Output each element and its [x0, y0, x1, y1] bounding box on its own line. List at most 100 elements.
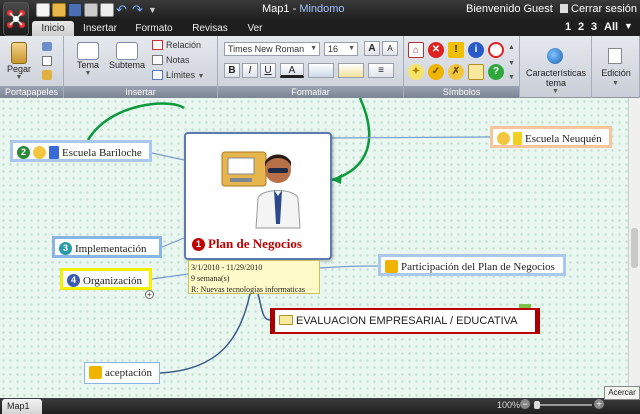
question-icon[interactable]: ? [488, 64, 504, 80]
chevron-down-icon[interactable]: ▼ [624, 21, 633, 31]
line-color-icon[interactable] [338, 63, 364, 78]
topic-organizacion[interactable]: 4 Organización [60, 268, 152, 290]
warning-icon[interactable]: ! [448, 42, 464, 58]
relation-icon [152, 40, 163, 50]
chevron-down-icon: ▼ [15, 74, 23, 81]
no-entry-icon[interactable] [488, 42, 504, 58]
italic-button[interactable]: I [242, 63, 258, 78]
fill-color-icon[interactable] [308, 63, 334, 78]
map-tab[interactable]: Map1 [2, 399, 42, 414]
app-menu-button[interactable] [3, 2, 29, 36]
align-icon[interactable]: ≡ [368, 63, 394, 78]
group-insertar: Tema ▼ Subtema Relación Notas Límites ▼ … [64, 36, 218, 98]
tema-button[interactable]: Tema ▼ [70, 42, 106, 77]
envelope-icon[interactable] [468, 64, 484, 80]
new-file-icon[interactable] [36, 3, 50, 17]
zoom-slider-thumb[interactable] [534, 401, 540, 409]
branch-line [161, 237, 185, 248]
home-icon[interactable]: ⌂ [408, 42, 424, 58]
zoom-in-icon[interactable]: + [594, 399, 604, 409]
topic-label: Implementación [75, 243, 147, 255]
thumbs-down-icon[interactable]: ✗ [448, 64, 464, 80]
close-map-icon[interactable] [100, 3, 114, 17]
boundary-icon [152, 70, 163, 80]
group-label-formatiar: Formatiar [218, 86, 403, 98]
info-icon[interactable]: i [468, 42, 484, 58]
format-painter-icon[interactable] [42, 70, 52, 80]
title-bar: ↶ ↷ ▼ Map1 - Mindomo Bienvenido Guest Ce… [0, 0, 640, 36]
idea-icon[interactable]: ✦ [408, 64, 424, 80]
priority-badge: 3 [59, 242, 72, 255]
thumbs-up-icon[interactable]: ✓ [428, 64, 444, 80]
open-folder-icon[interactable] [52, 3, 66, 17]
chevron-down-icon: ▼ [197, 73, 205, 80]
scroll-down-icon[interactable]: ▼ [508, 60, 515, 67]
stop-icon[interactable]: ✕ [428, 42, 444, 58]
scrollbar-thumb[interactable] [631, 228, 638, 268]
edit-icon [608, 48, 622, 64]
relation-line[interactable] [331, 98, 371, 182]
logout-link[interactable]: Cerrar sesión [560, 3, 637, 15]
font-family-select[interactable]: Times New Roman ▼ [224, 42, 320, 56]
tab-revisas[interactable]: Revisas [190, 21, 230, 36]
topic-escuela-neuquen[interactable]: Escuela Neuquén [490, 126, 612, 148]
quick-access-dropdown-icon[interactable]: ▼ [148, 3, 162, 17]
notas-button[interactable]: Notas [152, 55, 190, 65]
shrink-font-button[interactable]: A [382, 41, 398, 56]
central-topic-label: Plan de Negocios [208, 236, 302, 251]
save-icon[interactable] [68, 3, 82, 17]
tab-inicio[interactable]: Inicio [32, 21, 74, 36]
central-topic-note[interactable]: 3/1/2010 - 11/29/2010 9 semana(s) R: Nue… [188, 260, 320, 294]
font-color-button[interactable]: A [280, 63, 304, 78]
clipboard-icon [11, 42, 27, 64]
topic-participacion[interactable]: Participación del Plan de Negocios [378, 254, 566, 276]
central-topic[interactable]: 1 Plan de Negocios [184, 132, 332, 260]
mind-map-canvas[interactable]: 1 Plan de Negocios 3/1/2010 - 11/29/2010 … [0, 98, 628, 398]
topic-evaluacion-empresarial[interactable]: EVALUACION EMPRESARIAL / EDUCATIVA [270, 304, 540, 334]
central-topic-title: 1 Plan de Negocios [192, 236, 302, 252]
tab-formato[interactable]: Formato [134, 21, 174, 36]
caracteristicas-tema-button[interactable]: Características tema ▼ [520, 36, 592, 98]
edicion-button[interactable]: Edición ▼ [592, 36, 640, 98]
view-level-3-button[interactable]: 3 [591, 21, 597, 33]
font-size-select[interactable]: 16 ▼ [324, 42, 358, 56]
topic-aceptacion[interactable]: aceptación [84, 362, 160, 384]
grow-font-button[interactable]: A [364, 41, 380, 56]
view-level-2-button[interactable]: 2 [578, 21, 584, 33]
subtema-button[interactable]: Subtema [106, 42, 148, 70]
symbols-more-icon[interactable]: ▼ [508, 74, 515, 81]
paste-button[interactable]: Pegar ▼ [6, 42, 32, 81]
view-level-1-button[interactable]: 1 [565, 21, 571, 33]
expand-plus-icon[interactable]: + [145, 290, 154, 299]
group-portapapeles: Pegar ▼ Portapapeles [0, 36, 64, 98]
print-icon[interactable] [84, 3, 98, 17]
mindomo-logo-icon [7, 10, 25, 28]
cut-icon[interactable] [42, 42, 52, 51]
vertical-scrollbar[interactable] [628, 98, 640, 398]
note-resource: R: Nuevas tecnologías informaticas [191, 285, 305, 294]
zoom-slider[interactable] [534, 401, 592, 409]
undo-icon[interactable]: ↶ [116, 3, 130, 17]
tab-ver[interactable]: Ver [244, 21, 266, 36]
bold-button[interactable]: B [224, 63, 240, 78]
redo-icon[interactable]: ↷ [132, 3, 146, 17]
underline-button[interactable]: U [260, 63, 276, 78]
topic-escuela-bariloche[interactable]: 2 Escuela Bariloche [10, 140, 152, 162]
relacion-button[interactable]: Relación [152, 40, 201, 50]
tema-label: Tema [76, 60, 99, 70]
view-level-all-button[interactable]: All [604, 21, 618, 33]
copy-icon[interactable] [42, 56, 52, 66]
relation-line[interactable] [86, 102, 185, 141]
branch-line [257, 293, 271, 321]
limites-label: Límites [166, 70, 196, 80]
chevron-down-icon: ▼ [84, 70, 92, 77]
topic-implementacion[interactable]: 3 Implementación [52, 236, 162, 258]
scroll-up-icon[interactable]: ▲ [508, 44, 515, 51]
zoom-out-icon[interactable]: − [520, 399, 530, 409]
smiley-icon [33, 146, 46, 159]
topic-label: Escuela Neuquén [525, 133, 602, 145]
limites-button[interactable]: Límites ▼ [152, 70, 204, 80]
zoom-level: 100% [497, 400, 521, 410]
note-icon [152, 55, 163, 65]
tab-insertar[interactable]: Insertar [80, 21, 120, 36]
